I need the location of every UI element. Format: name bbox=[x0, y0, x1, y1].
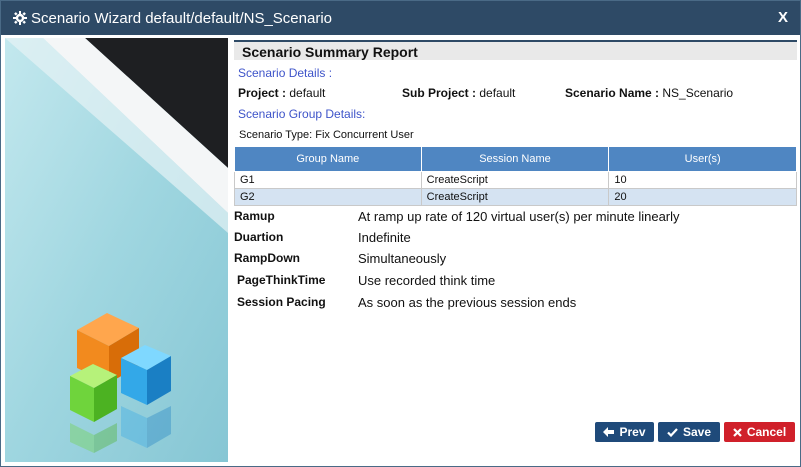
property-value: Use recorded think time bbox=[358, 273, 496, 288]
project-label: Project : bbox=[238, 86, 287, 100]
column-header-session-name: Session Name bbox=[420, 146, 610, 172]
property-value: Indefinite bbox=[358, 230, 411, 245]
cancel-label: Cancel bbox=[746, 425, 787, 439]
table-row: G1 CreateScript 10 bbox=[234, 171, 797, 189]
prev-label: Prev bbox=[619, 425, 646, 439]
property-key: Duartion bbox=[234, 230, 284, 244]
prev-button[interactable]: Prev bbox=[595, 422, 654, 442]
times-icon bbox=[733, 427, 742, 437]
scenario-wizard-dialog: Scenario Wizard default/default/NS_Scena… bbox=[0, 0, 801, 467]
gear-icon bbox=[13, 11, 27, 25]
property-key: Ramup bbox=[234, 209, 275, 223]
cell-group: G1 bbox=[234, 171, 422, 189]
project-value: default bbox=[289, 86, 326, 100]
table-row: G2 CreateScript 20 bbox=[234, 188, 797, 206]
save-label: Save bbox=[682, 425, 712, 439]
close-button[interactable]: X bbox=[778, 9, 788, 26]
cell-session: CreateScript bbox=[420, 171, 610, 189]
property-value: Simultaneously bbox=[358, 251, 447, 266]
cell-group: G2 bbox=[234, 188, 422, 206]
wizard-illustration bbox=[5, 38, 228, 462]
property-value: At ramp up rate of 120 virtual user(s) p… bbox=[358, 209, 680, 224]
scenario-details-label: Scenario Details : bbox=[238, 66, 333, 80]
title-bar: Scenario Wizard default/default/NS_Scena… bbox=[1, 1, 800, 35]
cell-session: CreateScript bbox=[420, 188, 610, 206]
cell-users: 20 bbox=[608, 188, 797, 206]
property-key: PageThinkTime bbox=[237, 273, 326, 287]
scenario-name-label: Scenario Name : bbox=[565, 86, 660, 100]
group-details-label: Scenario Group Details: bbox=[238, 107, 366, 121]
scenario-name-value: NS_Scenario bbox=[662, 86, 734, 100]
save-button[interactable]: Save bbox=[658, 422, 720, 442]
scenario-type: Scenario Type: Fix Concurrent User bbox=[239, 129, 414, 141]
property-key: Session Pacing bbox=[237, 295, 326, 309]
column-header-group-name: Group Name bbox=[234, 146, 422, 172]
table-header-row: Group Name Session Name User(s) bbox=[234, 146, 797, 172]
column-header-users: User(s) bbox=[608, 146, 797, 172]
scenario-name-info: Scenario Name : NS_Scenario bbox=[565, 86, 733, 100]
cell-users: 10 bbox=[608, 171, 797, 189]
report-header: Scenario Summary Report bbox=[234, 40, 797, 60]
project-info: Project : default bbox=[238, 86, 325, 100]
sub-project-label: Sub Project : bbox=[402, 86, 477, 100]
sub-project-info: Sub Project : default bbox=[402, 86, 515, 100]
check-icon bbox=[667, 427, 678, 437]
property-key: RampDown bbox=[234, 251, 300, 265]
window-title: Scenario Wizard default/default/NS_Scena… bbox=[31, 9, 332, 27]
property-value: As soon as the previous session ends bbox=[358, 295, 577, 310]
groups-table: Group Name Session Name User(s) G1 Creat… bbox=[234, 146, 797, 206]
report-panel: Scenario Summary Report Scenario Details… bbox=[234, 38, 797, 462]
sub-project-value: default bbox=[479, 86, 516, 100]
arrow-left-icon bbox=[603, 427, 615, 437]
cancel-button[interactable]: Cancel bbox=[724, 422, 795, 442]
